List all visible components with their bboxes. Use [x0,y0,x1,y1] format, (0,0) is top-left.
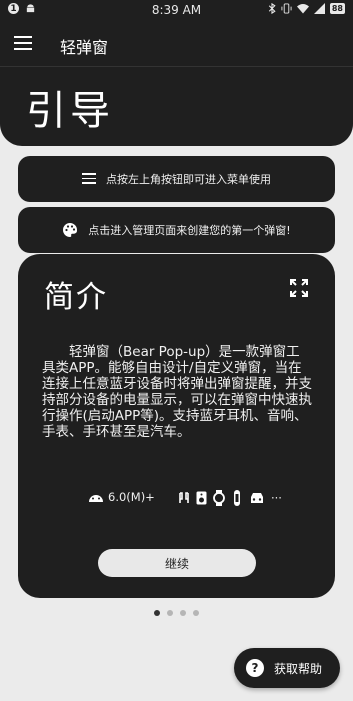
vibrate-icon [281,3,292,14]
menu-tip-card[interactable]: 点按左上角按钮即可进入菜单使用 [18,156,335,202]
android-icon [89,495,103,502]
create-popup-tip-text: 点击进入管理页面来创建您的第一个弹窗! [88,224,291,237]
get-help-button[interactable]: ? 获取帮助 [234,648,340,688]
top-header: 1 8:39 AM 88 轻弹窗 引导 [0,0,353,146]
app-bar-divider [0,66,353,67]
menu-lines-icon [82,173,96,185]
bluetooth-icon [268,3,276,14]
fitness-band-icon [234,490,240,506]
page-dot-2[interactable] [167,610,173,616]
more-devices-indicator: ··· [271,491,282,505]
page-dot-3[interactable] [180,610,186,616]
intro-card: 简介 轻弹窗（Bear Pop-up）是一款弹窗工具类APP。能够自由设计/自定… [18,254,335,598]
page-dot-4[interactable] [193,610,199,616]
get-help-label: 获取帮助 [274,661,323,676]
android-version-info: 6.0(M)+ [88,490,155,504]
wifi-icon [296,4,309,14]
expand-icon[interactable] [289,278,309,298]
palette-icon [63,222,78,237]
battery-indicator: 88 [329,3,345,14]
menu-tip-text: 点按左上角按钮即可进入菜单使用 [106,173,271,186]
page-title: 引导 [26,88,114,134]
android-version-text: 6.0(M)+ [108,490,155,504]
create-popup-tip-card[interactable]: 点击进入管理页面来创建您的第一个弹窗! [18,207,335,253]
app-bar: 轻弹窗 [0,22,353,66]
app-title: 轻弹窗 [60,38,109,57]
car-icon [251,493,263,503]
status-bar: 1 8:39 AM 88 [0,0,353,20]
continue-button[interactable]: 继续 [98,549,256,577]
hamburger-icon[interactable] [14,36,32,50]
earbuds-icon [179,492,189,503]
intro-title: 简介 [44,280,108,315]
help-icon: ? [246,659,264,677]
intro-body: 轻弹窗（Bear Pop-up）是一款弹窗工具类APP。能够自由设计/自定义弹窗… [42,344,312,440]
speaker-icon [196,491,207,505]
page-indicator [0,610,353,616]
status-right: 88 [268,3,345,14]
page-dot-1[interactable] [154,610,160,616]
signal-icon [313,3,325,14]
watch-icon [213,490,225,506]
supported-devices: ··· [178,490,282,506]
